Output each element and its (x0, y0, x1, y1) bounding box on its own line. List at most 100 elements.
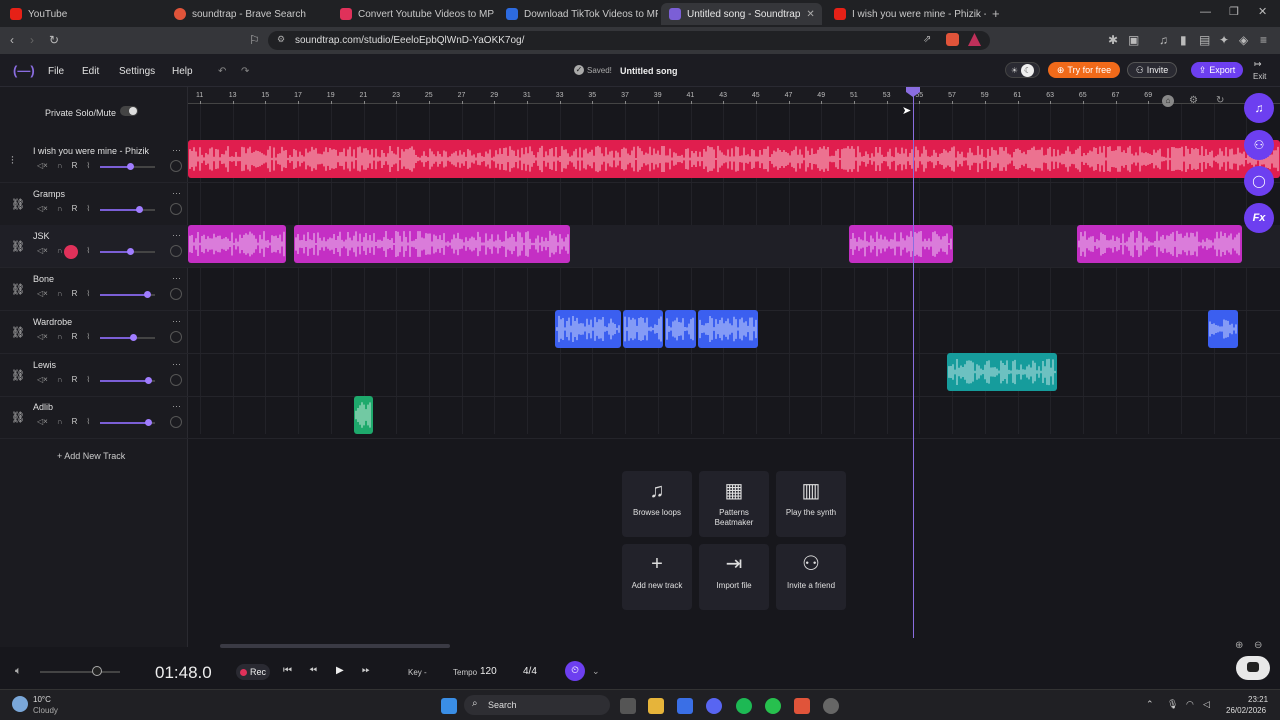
track-volume-slider[interactable] (100, 422, 148, 425)
menu-edit[interactable]: Edit (82, 66, 99, 77)
play-icon[interactable]: ▶ (336, 665, 344, 676)
record-arm-button[interactable]: R (72, 417, 78, 426)
bookmark-icon[interactable]: ⚐ (249, 33, 260, 47)
waveform-icon[interactable]: ⫶ (11, 155, 14, 168)
pan-knob[interactable] (170, 288, 182, 301)
track-name[interactable]: Bone (33, 274, 54, 284)
invite-friend-card[interactable]: ⚇ Invite a friend (776, 544, 846, 610)
play-synth-card[interactable]: ▥ Play the synth (776, 471, 846, 537)
menu-file[interactable]: File (48, 66, 64, 77)
file-explorer-icon[interactable] (648, 698, 664, 714)
mic-icon[interactable]: 🎙︎ (1167, 699, 1178, 710)
master-volume-slider[interactable] (40, 671, 120, 673)
track-volume-slider[interactable] (100, 336, 133, 339)
browse-loops-card[interactable]: ♫ Browse loops (622, 471, 692, 537)
url-field[interactable]: ⚙ soundtrap.com/studio/EeeloEpbQlWnD-YaO… (268, 31, 990, 50)
add-new-track-card[interactable]: + Add new track (622, 544, 692, 610)
rewind-icon[interactable]: ⏪︎ (309, 665, 317, 676)
record-button[interactable]: Rec (236, 664, 270, 680)
headphones-icon[interactable]: ∩ (57, 204, 63, 213)
headphones-icon[interactable]: ∩ (57, 332, 63, 341)
brave-taskbar-icon[interactable] (794, 698, 810, 714)
import-file-card[interactable]: ⇥ Import file (699, 544, 769, 610)
song-title[interactable]: Untitled song (620, 66, 678, 76)
pan-knob[interactable] (170, 330, 182, 343)
forward-icon[interactable]: › (30, 33, 34, 47)
pan-knob[interactable] (170, 202, 182, 215)
media-icon[interactable]: ♫ (1159, 33, 1168, 47)
fast-forward-icon[interactable]: ⏩︎ (362, 665, 370, 676)
track-volume-knob[interactable] (143, 291, 151, 299)
track-volume-knob[interactable] (135, 205, 143, 213)
audio-clip[interactable] (354, 396, 373, 434)
record-arm-button[interactable]: R (72, 289, 78, 298)
key-selector[interactable]: Key - (408, 668, 427, 677)
metronome-icon[interactable]: ⏲︎ (565, 661, 585, 681)
theme-toggle[interactable]: ☀ ☾ (1005, 62, 1040, 78)
chevron-down-icon[interactable]: ⌄ (592, 666, 600, 677)
master-volume-knob[interactable] (92, 666, 102, 676)
pan-knob[interactable] (170, 245, 182, 258)
invite-button[interactable]: ⚇ Invite (1127, 62, 1177, 78)
link-icon[interactable]: ⛓︎ (11, 326, 25, 339)
automation-icon[interactable]: ⌇ (86, 332, 90, 341)
automation-icon[interactable]: ⌇ (86, 246, 90, 255)
volume-icon[interactable]: 🔈︎ (15, 665, 22, 678)
track-name[interactable]: I wish you were mine - Phizik (33, 146, 149, 156)
settings-taskbar-icon[interactable] (823, 698, 839, 714)
more-options-icon[interactable]: ··· (172, 316, 181, 326)
time-signature[interactable]: 4/4 (523, 666, 537, 677)
refresh-icon[interactable]: ↻ (1216, 95, 1224, 106)
record-arm-button[interactable]: R (72, 332, 78, 341)
audio-clip[interactable] (1077, 225, 1242, 263)
automation-icon[interactable]: ⌇ (86, 417, 90, 426)
patterns-beatmaker-card[interactable]: ▦ Patterns Beatmaker (699, 471, 769, 537)
track-volume-knob[interactable] (144, 419, 152, 427)
audio-clip[interactable] (188, 140, 1280, 178)
wallet2-icon[interactable]: ▤ (1199, 33, 1210, 47)
track-volume-knob[interactable] (127, 248, 135, 256)
wifi-icon[interactable]: ◠ (1186, 699, 1194, 710)
headphones-icon[interactable]: ∩ (57, 417, 63, 426)
track-row[interactable]: ⛓︎ Lewis ◁× ∩ R ⌇ ··· (0, 354, 1280, 397)
discord-icon[interactable] (706, 698, 722, 714)
pan-knob[interactable] (170, 416, 182, 429)
audio-clip[interactable] (188, 225, 286, 263)
mute-icon[interactable]: ◁× (37, 161, 48, 170)
task-view-icon[interactable] (620, 698, 636, 714)
zoom-in-icon[interactable]: ⊕ (1235, 640, 1243, 651)
more-options-icon[interactable]: ··· (172, 145, 181, 155)
automation-icon[interactable]: ⌇ (86, 161, 90, 170)
settings-icon[interactable]: ⚙ (1189, 95, 1198, 106)
feedback-button[interactable] (1236, 656, 1270, 680)
link-icon[interactable]: ⛓︎ (11, 411, 25, 424)
sidebar-icon[interactable]: ▮ (1180, 33, 1187, 47)
tab-phizik-youtube[interactable]: I wish you were mine - Phizik - YouTu (826, 3, 986, 25)
windows-start-icon[interactable] (441, 698, 457, 714)
more-options-icon[interactable]: ··· (172, 188, 181, 198)
mute-icon[interactable]: ◁× (37, 289, 48, 298)
restore-icon[interactable]: ❐ (1229, 5, 1239, 18)
site-info-icon[interactable]: ⚙ (277, 34, 285, 45)
back-icon[interactable]: ‹ (10, 33, 14, 47)
audio-clip[interactable] (698, 310, 758, 348)
tab-soundtrap[interactable]: Untitled song - Soundtrap ✕ (661, 3, 822, 25)
share-icon[interactable]: ⇗ (923, 34, 931, 45)
leo-icon[interactable]: ✦ (1219, 33, 1229, 47)
mute-icon[interactable]: ◁× (37, 417, 48, 426)
track-name[interactable]: Lewis (33, 360, 56, 370)
track-row[interactable]: ⛓︎ Gramps ◁× ∩ R ⌇ ··· (0, 183, 1280, 226)
new-tab-icon[interactable]: + (992, 6, 1000, 21)
audio-clip[interactable] (555, 310, 621, 348)
pan-knob[interactable] (170, 373, 182, 386)
tab-convert-youtube[interactable]: Convert Youtube Videos to MP3 for F (332, 3, 494, 25)
weather-icon[interactable] (12, 696, 28, 712)
zoom-out-icon[interactable]: ⊖ (1254, 640, 1262, 651)
automation-icon[interactable]: ⌇ (86, 204, 90, 213)
track-volume-knob[interactable] (127, 163, 135, 170)
undo-icon[interactable]: ↶ (218, 66, 226, 77)
track-name[interactable]: Adlib (33, 402, 53, 412)
audio-clip[interactable] (294, 225, 570, 263)
wallet-icon[interactable]: ▣ (1128, 33, 1139, 47)
audio-clip[interactable] (849, 225, 953, 263)
